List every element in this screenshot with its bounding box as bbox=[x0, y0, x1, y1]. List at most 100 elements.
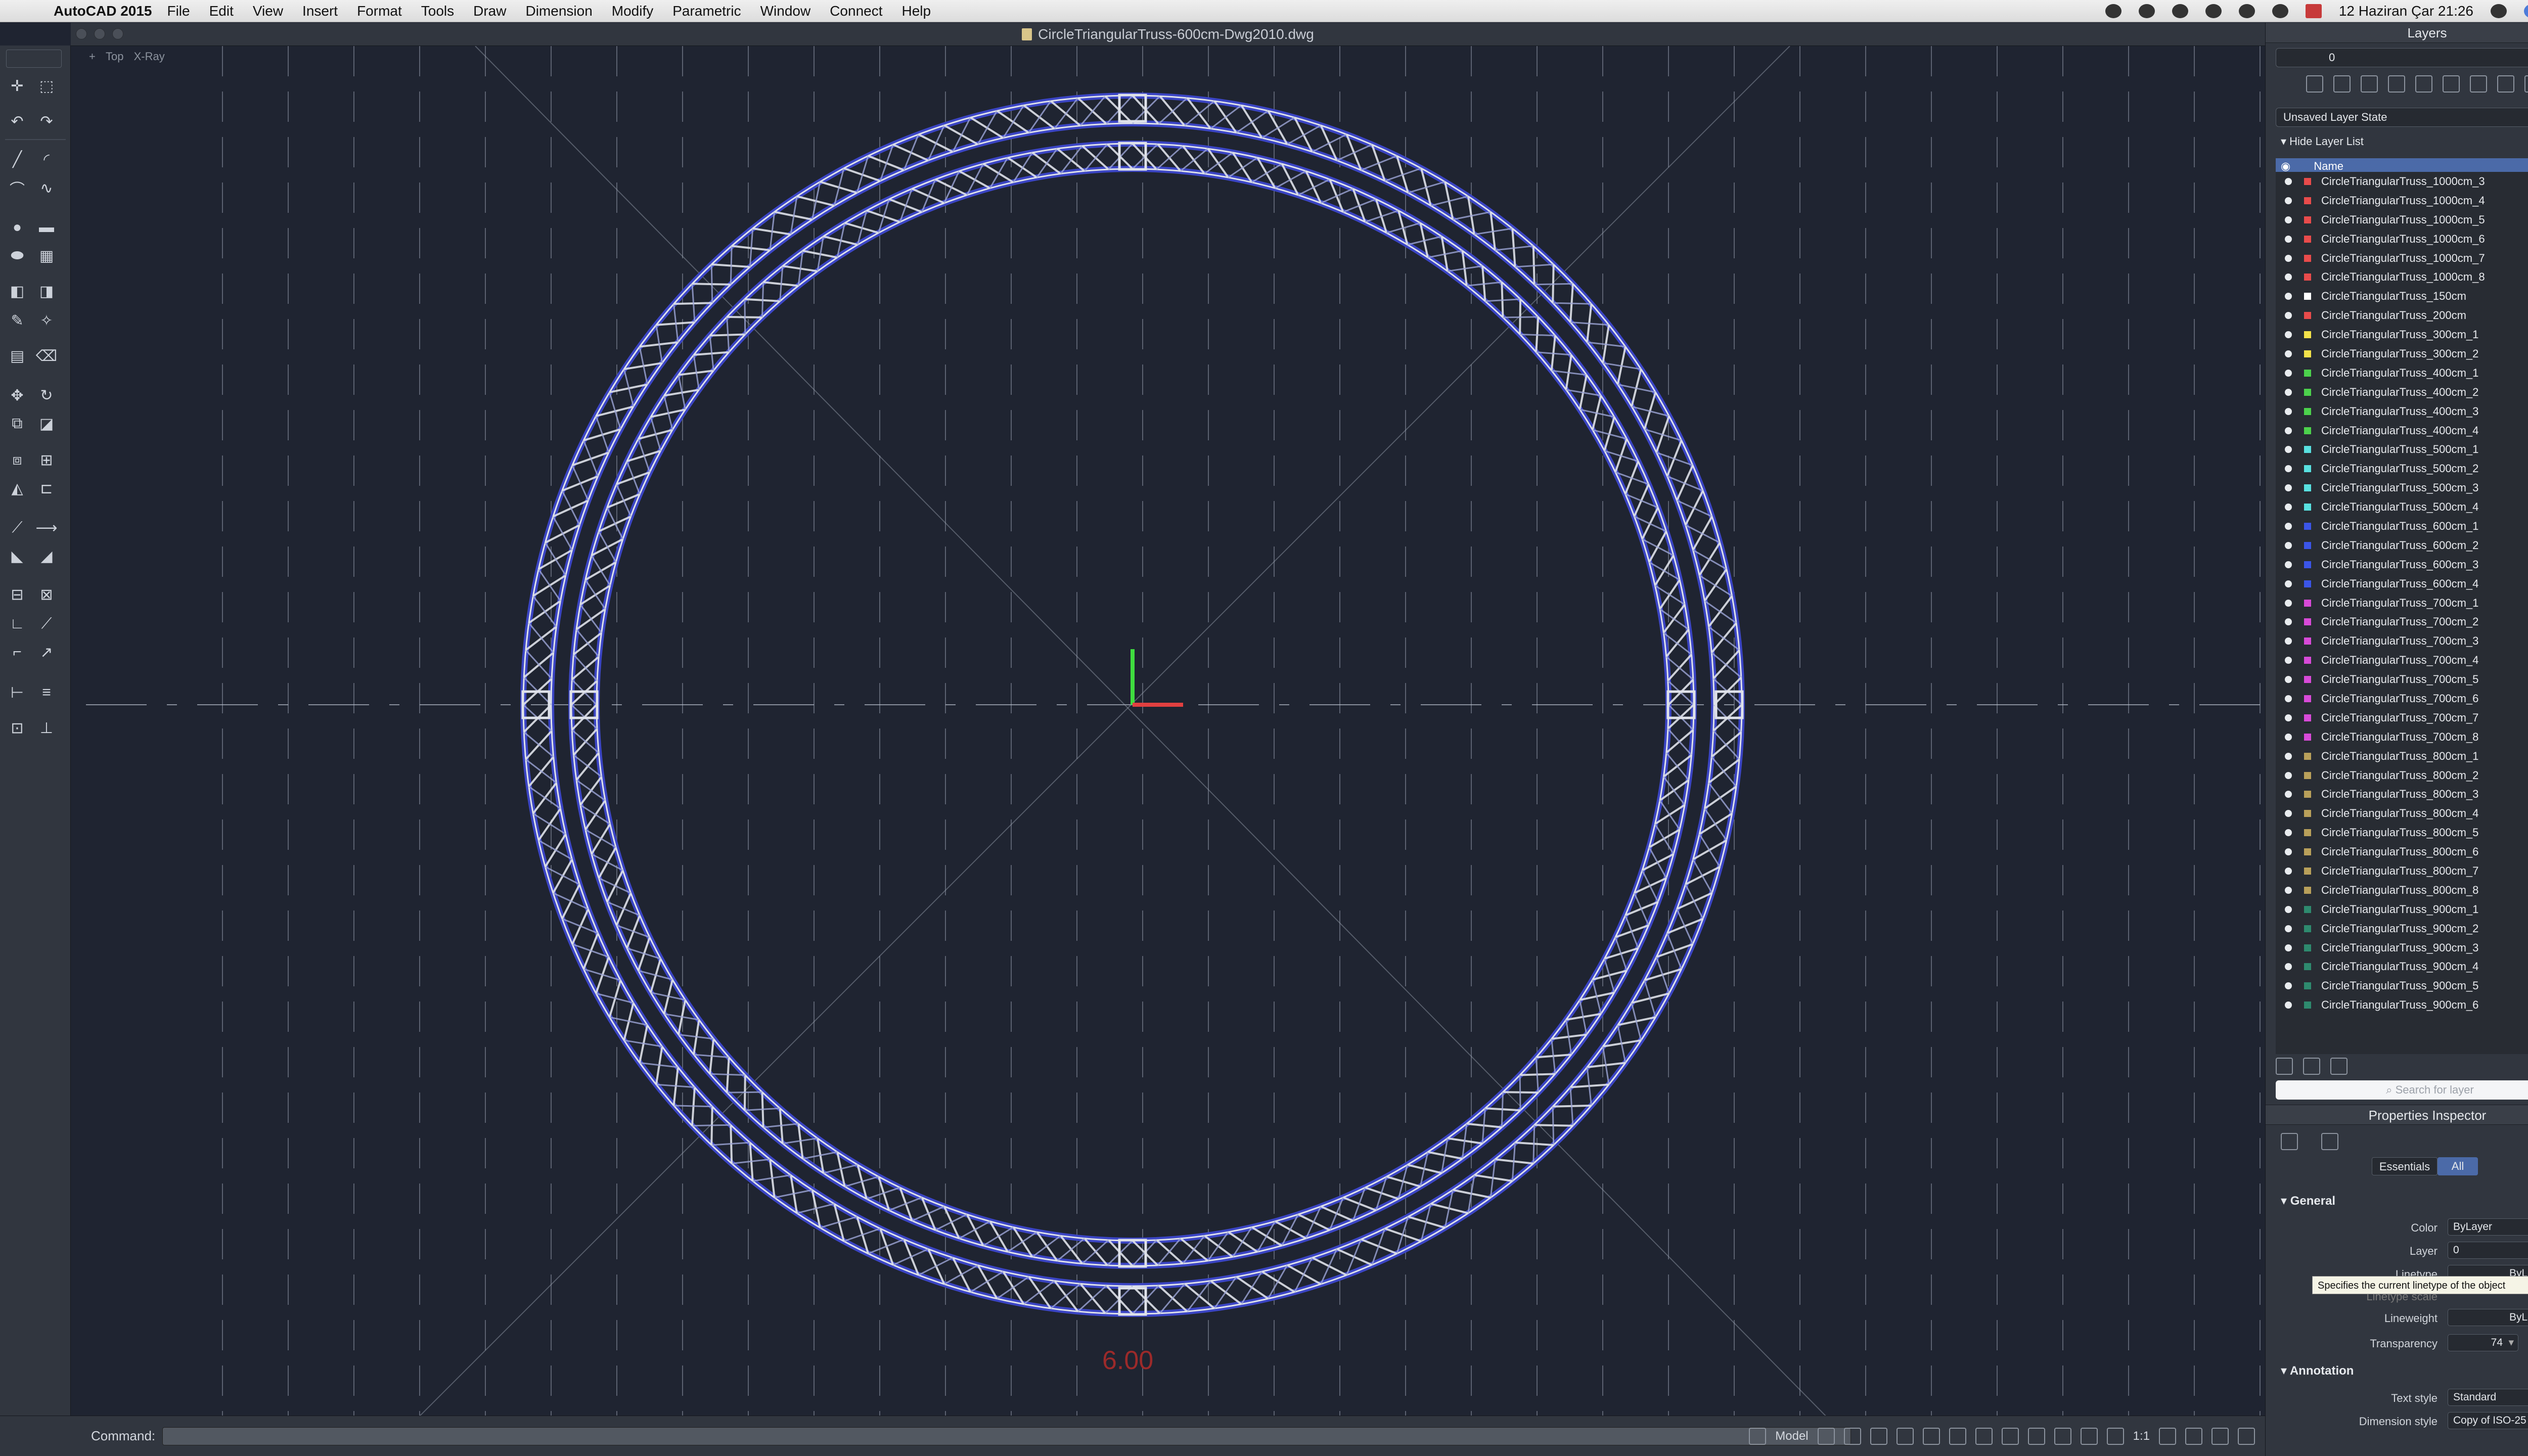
dimension-aligned-icon[interactable]: ⟋ bbox=[36, 614, 57, 634]
layer-color-swatch[interactable] bbox=[2304, 868, 2311, 875]
ucs-icon[interactable]: ⊥ bbox=[36, 718, 57, 738]
visibility-icon[interactable] bbox=[2285, 886, 2292, 894]
sync-icon[interactable] bbox=[2172, 4, 2188, 18]
visibility-icon[interactable] bbox=[2285, 388, 2292, 396]
ellipse-icon[interactable]: ⬬ bbox=[7, 246, 27, 266]
cloud-icon[interactable] bbox=[2138, 4, 2155, 18]
layer-row[interactable]: CircleTriangularTruss_600cm_4 bbox=[2276, 574, 2528, 594]
layer-row[interactable]: CircleTriangularTruss_500cm_3 bbox=[2276, 478, 2528, 497]
layer-color-swatch[interactable] bbox=[2304, 848, 2311, 856]
layer-dropdown[interactable]: 0 bbox=[2448, 1242, 2528, 1259]
undo-icon[interactable]: ↶ bbox=[7, 111, 27, 131]
layer-match-icon[interactable] bbox=[2333, 75, 2351, 93]
layer-color-swatch[interactable] bbox=[2304, 177, 2311, 185]
layer-row[interactable]: CircleTriangularTruss_500cm_1 bbox=[2276, 440, 2528, 459]
layer-color-swatch[interactable] bbox=[2304, 235, 2311, 243]
layer-freeze-icon[interactable] bbox=[2443, 75, 2460, 93]
eraser-icon[interactable]: ⌫ bbox=[36, 346, 57, 366]
layer-row[interactable]: CircleTriangularTruss_1000cm_7 bbox=[2276, 249, 2528, 268]
layer-previous-icon[interactable] bbox=[2361, 75, 2378, 93]
menu-draw[interactable]: Draw bbox=[473, 3, 506, 19]
layer-row[interactable]: CircleTriangularTruss_800cm_1 bbox=[2276, 747, 2528, 766]
menu-modify[interactable]: Modify bbox=[612, 3, 653, 19]
layer-row[interactable]: CircleTriangularTruss_700cm_2 bbox=[2276, 612, 2528, 631]
ortho-icon[interactable] bbox=[1870, 1428, 1887, 1445]
menu-edit[interactable]: Edit bbox=[209, 3, 234, 19]
layer-row[interactable]: CircleTriangularTruss_700cm_1 bbox=[2276, 594, 2528, 613]
visibility-icon[interactable] bbox=[2285, 331, 2292, 339]
viewport-menu-icon[interactable]: + bbox=[89, 50, 96, 63]
visibility-icon[interactable] bbox=[2285, 925, 2292, 932]
layer-color-swatch[interactable] bbox=[2304, 561, 2311, 568]
visibility-icon[interactable] bbox=[2285, 944, 2292, 951]
snap-icon[interactable] bbox=[1817, 1428, 1835, 1445]
layer-color-swatch[interactable] bbox=[2304, 657, 2311, 664]
fullscreen-icon[interactable] bbox=[2211, 1428, 2229, 1445]
layer-row[interactable]: CircleTriangularTruss_150cm bbox=[2276, 287, 2528, 306]
menu-file[interactable]: File bbox=[167, 3, 190, 19]
visibility-icon[interactable] bbox=[2285, 504, 2292, 511]
offset-icon[interactable]: ⊏ bbox=[36, 478, 57, 498]
visibility-icon[interactable] bbox=[2285, 254, 2292, 262]
visibility-icon[interactable] bbox=[2285, 541, 2292, 549]
layer-row[interactable]: CircleTriangularTruss_600cm_1 bbox=[2276, 517, 2528, 536]
transparency-icon[interactable] bbox=[2001, 1428, 2019, 1445]
visual-style[interactable]: X-Ray bbox=[134, 50, 165, 63]
minimize-window-button[interactable] bbox=[94, 28, 105, 39]
menu-format[interactable]: Format bbox=[357, 3, 402, 19]
pan-icon[interactable] bbox=[2054, 1428, 2071, 1445]
layer-row[interactable]: CircleTriangularTruss_400cm_4 bbox=[2276, 421, 2528, 440]
visibility-icon[interactable] bbox=[2285, 733, 2292, 741]
scale-icon[interactable]: ⧉ bbox=[7, 414, 27, 434]
visibility-icon[interactable] bbox=[2285, 274, 2292, 281]
orbit-icon[interactable] bbox=[2106, 1428, 2124, 1445]
dimension-style-dropdown[interactable]: Copy of ISO-25 bbox=[2448, 1412, 2528, 1429]
layer-color-swatch[interactable] bbox=[2304, 427, 2311, 434]
lineweight-icon[interactable] bbox=[1975, 1428, 1993, 1445]
table-icon[interactable]: ▤ bbox=[7, 346, 27, 366]
layer-unisolate-icon[interactable] bbox=[2415, 75, 2432, 93]
polyline-icon[interactable]: ⌒ bbox=[7, 178, 27, 198]
spline-icon[interactable]: ∿ bbox=[36, 178, 57, 198]
layer-row[interactable]: CircleTriangularTruss_800cm_3 bbox=[2276, 785, 2528, 804]
menu-tools[interactable]: Tools bbox=[421, 3, 454, 19]
properties-list-icon[interactable] bbox=[2281, 1133, 2298, 1150]
layer-row[interactable]: CircleTriangularTruss_800cm_4 bbox=[2276, 804, 2528, 823]
layer-row[interactable]: CircleTriangularTruss_900cm_5 bbox=[2276, 976, 2528, 995]
annotation-visibility-icon[interactable] bbox=[2159, 1428, 2176, 1445]
layer-row[interactable]: CircleTriangularTruss_700cm_5 bbox=[2276, 670, 2528, 689]
layer-color-swatch[interactable] bbox=[2304, 331, 2311, 339]
airplay-icon[interactable] bbox=[2272, 4, 2288, 18]
wifi-icon[interactable] bbox=[2238, 4, 2255, 18]
move-icon[interactable]: ✥ bbox=[7, 385, 27, 405]
quick-select-icon[interactable]: ⬚ bbox=[36, 76, 57, 96]
chamfer-icon[interactable]: ◢ bbox=[36, 546, 57, 566]
auto-scale-icon[interactable] bbox=[2185, 1428, 2202, 1445]
hide-layer-list-toggle[interactable]: ▾ Hide Layer List bbox=[2281, 135, 2364, 148]
visibility-icon[interactable] bbox=[2285, 676, 2292, 684]
layer-color-swatch[interactable] bbox=[2304, 293, 2311, 300]
customize-icon[interactable] bbox=[2238, 1428, 2255, 1445]
dimension-linear-icon[interactable]: ∟ bbox=[7, 614, 27, 634]
layer-color-swatch[interactable] bbox=[2304, 791, 2311, 798]
redo-icon[interactable]: ↷ bbox=[36, 111, 57, 131]
menu-insert[interactable]: Insert bbox=[302, 3, 338, 19]
rectangle-icon[interactable]: ▬ bbox=[36, 217, 57, 238]
text-style-dropdown[interactable]: Standard bbox=[2448, 1389, 2528, 1406]
workspace-selector[interactable] bbox=[6, 50, 62, 68]
multileader-icon[interactable]: ↗ bbox=[36, 642, 57, 662]
visibility-icon[interactable] bbox=[2285, 293, 2292, 300]
layer-row[interactable]: CircleTriangularTruss_600cm_3 bbox=[2276, 555, 2528, 574]
selection-cycling-icon[interactable] bbox=[2027, 1428, 2045, 1445]
bluetooth-icon[interactable] bbox=[2205, 4, 2222, 18]
tab-essentials[interactable]: Essentials bbox=[2372, 1157, 2437, 1175]
layer-color-swatch[interactable] bbox=[2304, 695, 2311, 702]
layer-color-swatch[interactable] bbox=[2304, 638, 2311, 645]
creative-cloud-icon[interactable] bbox=[2105, 4, 2121, 18]
visibility-icon[interactable] bbox=[2285, 580, 2292, 587]
layer-color-swatch[interactable] bbox=[2304, 350, 2311, 357]
menu-window[interactable]: Window bbox=[760, 3, 811, 19]
layer-color-swatch[interactable] bbox=[2304, 925, 2311, 932]
layer-row[interactable]: CircleTriangularTruss_300cm_2 bbox=[2276, 344, 2528, 363]
new-group-icon[interactable] bbox=[2303, 1058, 2320, 1075]
